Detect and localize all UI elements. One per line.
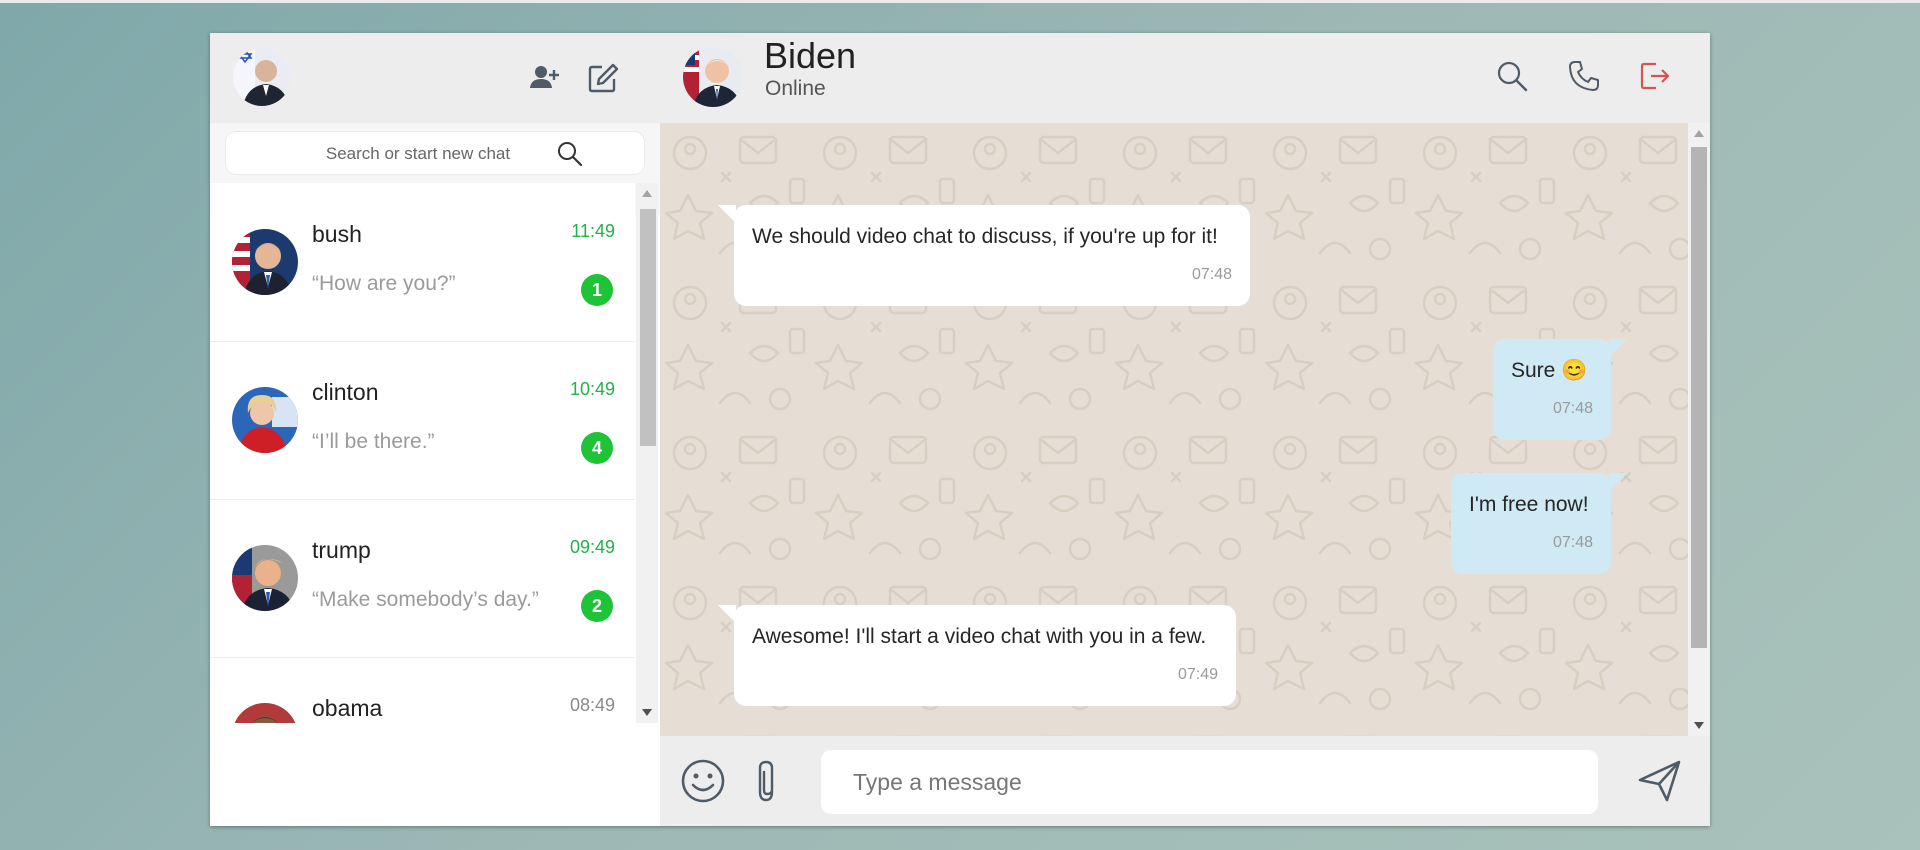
bubble-tail	[1609, 473, 1627, 491]
chat-panel: Biden Online We should video chat to dis…	[660, 33, 1710, 826]
message-text: I'm free now!	[1469, 493, 1589, 516]
send-icon[interactable]	[1637, 758, 1683, 809]
chat-preview: “Make somebody’s day.”	[312, 588, 539, 611]
list-item[interactable]: obama 08:49	[210, 657, 635, 723]
chat-time: 11:49	[571, 221, 615, 241]
phone-icon[interactable]	[1567, 59, 1601, 98]
search-input[interactable]	[266, 140, 570, 168]
message-text: We should video chat to discuss, if you'…	[752, 225, 1218, 248]
smiley-icon[interactable]	[680, 758, 726, 809]
search-icon[interactable]	[556, 140, 584, 173]
message-text: Awesome! I'll start a video chat with yo…	[752, 625, 1207, 648]
message-text: Sure 😊	[1511, 359, 1588, 382]
search-box	[226, 132, 644, 174]
chat-name: trump	[312, 537, 371, 563]
list-item[interactable]: bush 11:49 “How are you?” 1	[210, 183, 635, 342]
outgoing-message: Sure 😊 07:48	[1493, 339, 1611, 440]
chat-name: bush	[312, 221, 362, 247]
contact-avatar[interactable]	[683, 47, 743, 107]
outgoing-message: I'm free now! 07:48	[1451, 473, 1611, 574]
logout-icon[interactable]	[1638, 59, 1672, 98]
incoming-message: We should video chat to discuss, if you'…	[734, 205, 1250, 306]
sidebar-header	[210, 33, 660, 123]
unread-badge: 1	[581, 274, 613, 306]
scroll-up-arrow-icon[interactable]	[642, 190, 652, 197]
contact-status: Online	[765, 77, 826, 100]
message-time: 07:48	[1191, 266, 1232, 283]
scroll-up-arrow-icon[interactable]	[1694, 130, 1704, 137]
my-avatar[interactable]	[233, 48, 291, 106]
chat-preview: “How are you?”	[312, 272, 456, 295]
list-item[interactable]: trump 09:49 “Make somebody’s day.” 2	[210, 499, 635, 658]
chat-app-window: bush 11:49 “How are you?” 1 clinton	[210, 33, 1710, 826]
paperclip-icon[interactable]	[754, 758, 780, 809]
chat-name: clinton	[312, 379, 379, 405]
chat-time: 10:49	[569, 379, 615, 399]
message-time: 07:48	[1552, 534, 1593, 551]
scroll-down-arrow-icon[interactable]	[1694, 722, 1704, 729]
chat-preview: “I’ll be there.”	[312, 430, 435, 453]
scroll-down-arrow-icon[interactable]	[642, 709, 652, 716]
avatar	[232, 229, 298, 295]
edit-icon[interactable]	[586, 61, 620, 95]
chat-list: bush 11:49 “How are you?” 1 clinton 10:4…	[210, 183, 635, 723]
scrollbar-thumb[interactable]	[640, 209, 656, 446]
message-composer	[660, 736, 1710, 826]
message-area: We should video chat to discuss, if you'…	[660, 123, 1688, 736]
chat-time: 09:49	[569, 537, 615, 557]
scrollbar-thumb[interactable]	[1691, 147, 1707, 648]
message-input-box	[821, 750, 1598, 814]
add-user-icon[interactable]	[527, 61, 561, 95]
chat-time: 08:49	[569, 695, 615, 715]
browser-top-edge	[0, 0, 1920, 3]
message-scrollbar[interactable]	[1688, 123, 1710, 736]
unread-badge: 4	[581, 432, 613, 464]
list-item[interactable]: clinton 10:49 “I’ll be there.” 4	[210, 341, 635, 500]
avatar	[232, 387, 298, 453]
message-time: 07:48	[1552, 400, 1593, 417]
avatar	[232, 545, 298, 611]
chat-name: obama	[312, 695, 383, 721]
avatar	[232, 703, 298, 723]
sidebar: bush 11:49 “How are you?” 1 clinton	[210, 33, 661, 826]
chat-list-scrollbar[interactable]	[636, 183, 658, 723]
message-input[interactable]	[851, 764, 1575, 800]
contact-name: Biden	[764, 35, 857, 76]
unread-badge: 2	[581, 590, 613, 622]
incoming-message: Awesome! I'll start a video chat with yo…	[734, 605, 1236, 706]
search-icon[interactable]	[1495, 59, 1529, 98]
bubble-tail	[1609, 339, 1627, 357]
message-time: 07:49	[1177, 666, 1218, 683]
chat-header: Biden Online	[660, 33, 1710, 123]
